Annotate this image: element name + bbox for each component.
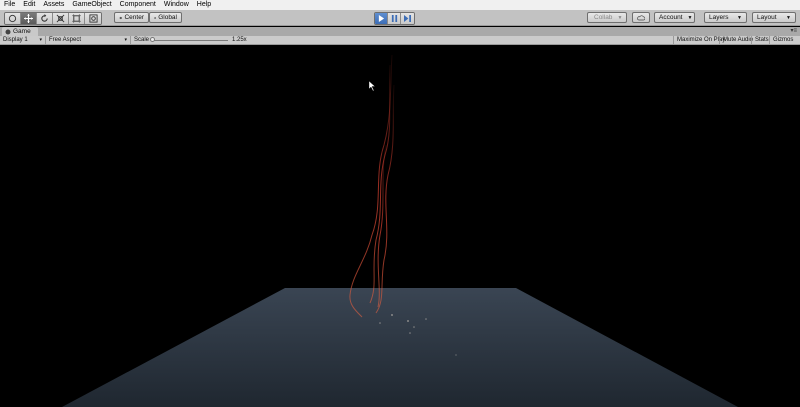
transform-tool-button[interactable] (85, 13, 101, 24)
scale-tool-button[interactable] (53, 13, 69, 24)
step-icon (404, 15, 411, 22)
gizmos-button[interactable]: Gizmos (769, 36, 796, 44)
layout-dropdown[interactable]: Layout ▼ (752, 12, 796, 23)
scale-icon (56, 14, 65, 23)
tab-game[interactable]: Game (2, 27, 38, 36)
hand-tool-button[interactable] (5, 13, 21, 24)
mouse-cursor-icon (368, 80, 376, 92)
space-label: Global (158, 14, 177, 21)
space-global-button[interactable]: Global (149, 12, 182, 23)
account-dropdown[interactable]: Account ▼ (654, 12, 695, 23)
globe-icon (154, 16, 157, 19)
menu-file[interactable]: File (0, 0, 19, 10)
rotate-icon (41, 14, 48, 22)
menu-bar: File Edit Assets GameObject Component Wi… (0, 0, 800, 10)
account-label: Account (659, 14, 683, 21)
game-viewport[interactable] (0, 45, 800, 407)
collab-button[interactable]: Collab ▼ (587, 12, 627, 23)
pause-icon (391, 15, 397, 22)
step-button[interactable] (401, 13, 414, 24)
rotate-tool-button[interactable] (37, 13, 53, 24)
display-dropdown[interactable]: Display 1 ▾ (0, 36, 46, 44)
cloud-icon (637, 14, 645, 20)
play-icon (378, 15, 384, 22)
menu-window[interactable]: Window (160, 0, 193, 10)
particle-trails (349, 54, 395, 318)
chevron-down-icon: ▼ (687, 14, 693, 21)
menu-help[interactable]: Help (193, 0, 215, 10)
tab-game-label: Game (13, 28, 31, 35)
cloud-button[interactable] (632, 12, 650, 23)
layout-label: Layout (757, 14, 777, 21)
layers-dropdown[interactable]: Layers ▼ (704, 12, 747, 23)
collab-label: Collab (594, 14, 613, 21)
pivot-label: Center (124, 14, 144, 21)
chevron-down-icon: ▼ (617, 14, 623, 21)
pause-button[interactable] (388, 13, 401, 24)
scale-slider-thumb[interactable] (150, 37, 155, 42)
play-controls (374, 12, 415, 25)
scale-label: Scale (134, 37, 150, 43)
game-controller-icon (5, 29, 11, 34)
chevron-down-icon: ▼ (786, 14, 791, 21)
menu-gameobject[interactable]: GameObject (68, 0, 115, 10)
aspect-label: Free Aspect (49, 37, 82, 43)
pivot-icon (119, 16, 122, 19)
aspect-dropdown[interactable]: Free Aspect ▾ (46, 36, 131, 44)
transform-tools (4, 12, 102, 25)
hand-icon (8, 14, 17, 23)
game-view-controls: Display 1 ▾ Free Aspect ▾ Scale 1.25x Ma… (0, 36, 800, 45)
game-tab-row: Game ▾≡ (0, 27, 800, 36)
chevron-down-icon: ▾ (124, 37, 127, 43)
rect-icon (72, 14, 81, 23)
pivot-center-button[interactable]: Center (114, 12, 149, 23)
transform-icon (88, 14, 98, 23)
chevron-down-icon: ▼ (737, 14, 742, 21)
move-tool-button[interactable] (21, 13, 37, 24)
menu-edit[interactable]: Edit (19, 0, 39, 10)
menu-component[interactable]: Component (116, 0, 160, 10)
layers-label: Layers (709, 14, 729, 21)
ground-plane (62, 288, 738, 407)
scale-slider[interactable] (152, 40, 228, 41)
chevron-down-icon: ▾ (39, 37, 42, 43)
move-icon (24, 14, 33, 23)
tab-menu-icon[interactable]: ▾≡ (790, 27, 797, 36)
game-scene (62, 54, 738, 407)
rect-tool-button[interactable] (69, 13, 85, 24)
main-toolbar: Center Global Collab ▼ Account ▼ Layers … (0, 10, 800, 26)
scale-value: 1.25x (232, 37, 247, 43)
menu-assets[interactable]: Assets (39, 0, 68, 10)
play-button[interactable] (375, 13, 388, 24)
display-label: Display 1 (3, 37, 28, 43)
